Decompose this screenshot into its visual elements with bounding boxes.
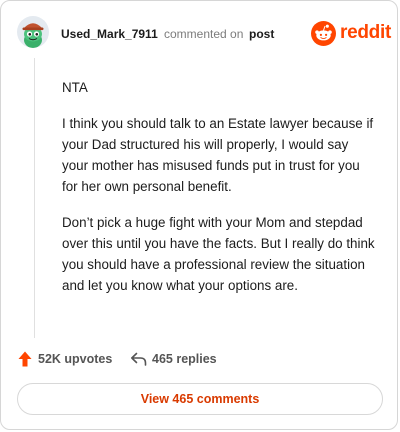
comment-paragraph: I think you should talk to an Estate law…	[62, 116, 374, 194]
view-comments-button[interactable]: View 465 comments	[17, 383, 383, 415]
upvote-button[interactable]: 52K upvotes	[18, 350, 112, 368]
replies-button[interactable]: 465 replies	[130, 350, 217, 368]
user-avatar[interactable]	[17, 16, 49, 48]
avatar-snoo-icon	[22, 23, 44, 48]
reply-arrow-icon	[131, 352, 147, 366]
reply-count: 465 replies	[152, 352, 217, 366]
reddit-snoo-icon	[311, 20, 336, 46]
commented-on-text: commented on	[164, 27, 244, 41]
post-link[interactable]: post	[249, 27, 274, 41]
thread-line	[34, 58, 35, 338]
reddit-wordmark: reddit	[340, 22, 391, 43]
upvote-count: 52K upvotes	[38, 352, 113, 366]
comment-paragraph: Don’t pick a huge fight with your Mom an…	[62, 215, 375, 293]
comment-card: Used_Mark_7911 commented on post reddit …	[0, 0, 398, 430]
reddit-logo[interactable]: reddit	[311, 20, 391, 46]
upvote-arrow-icon	[18, 351, 32, 367]
comment-body: NTA I think you should talk to an Estate…	[62, 77, 378, 311]
comment-author[interactable]: Used_Mark_7911	[61, 27, 158, 41]
comment-paragraph: NTA	[62, 80, 88, 95]
